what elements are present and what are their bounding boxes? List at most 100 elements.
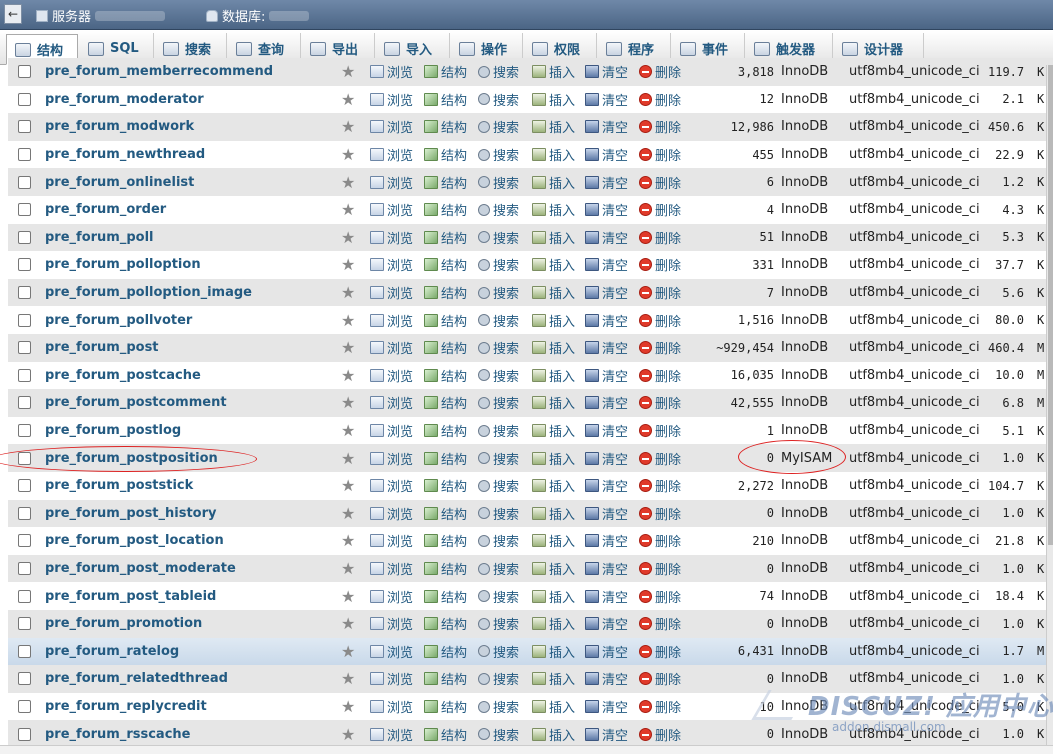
action-browse-link[interactable]: 浏览	[370, 614, 413, 633]
action-drop-link[interactable]: 删除	[639, 90, 681, 109]
action-structure-link[interactable]: 结构	[424, 614, 467, 633]
table-name-link[interactable]: pre_forum_post_tableid	[45, 589, 216, 604]
favorite-star-icon[interactable]: ★	[341, 338, 355, 357]
action-insert-link[interactable]: 插入	[532, 283, 575, 302]
favorite-star-icon[interactable]: ★	[341, 283, 355, 302]
table-row[interactable]: pre_forum_postlog ★ 浏览 结构 搜索 插入 清空 删除 1 InnoDB utf…	[8, 416, 1053, 445]
favorite-star-icon[interactable]: ★	[341, 725, 355, 744]
action-search-link[interactable]: 搜索	[478, 449, 519, 468]
action-browse-link[interactable]: 浏览	[370, 587, 413, 606]
action-browse-link[interactable]: 浏览	[370, 559, 413, 578]
table-row[interactable]: pre_forum_postcomment ★ 浏览 结构 搜索 插入 清空 删除 42,555…	[8, 389, 1053, 417]
row-checkbox[interactable]	[18, 396, 31, 410]
row-checkbox[interactable]	[18, 313, 31, 327]
row-checkbox[interactable]	[18, 589, 31, 603]
action-insert-link[interactable]: 插入	[532, 476, 575, 495]
table-name-link[interactable]: pre_forum_newthread	[45, 147, 205, 162]
action-insert-link[interactable]: 插入	[532, 697, 575, 716]
table-row[interactable]: pre_forum_postcache ★ 浏览 结构 搜索 插入 清空 删除 16,035 In…	[8, 361, 1053, 390]
action-structure-link[interactable]: 结构	[424, 476, 467, 495]
action-structure-link[interactable]: 结构	[424, 531, 467, 550]
action-insert-link[interactable]: 插入	[532, 311, 575, 330]
action-structure-link[interactable]: 结构	[424, 421, 467, 440]
action-empty-link[interactable]: 清空	[585, 145, 628, 164]
action-drop-link[interactable]: 删除	[639, 449, 681, 468]
action-structure-link[interactable]: 结构	[424, 587, 467, 606]
row-checkbox[interactable]	[18, 727, 31, 741]
table-name-link[interactable]: pre_forum_polloption_image	[45, 285, 252, 300]
action-drop-link[interactable]: 删除	[639, 228, 681, 247]
action-drop-link[interactable]: 删除	[639, 173, 681, 192]
action-drop-link[interactable]: 删除	[639, 531, 681, 550]
row-checkbox[interactable]	[18, 65, 31, 79]
action-structure-link[interactable]: 结构	[424, 145, 467, 164]
table-name-link[interactable]: pre_forum_order	[45, 202, 166, 217]
favorite-star-icon[interactable]: ★	[341, 669, 355, 688]
action-empty-link[interactable]: 清空	[585, 449, 628, 468]
favorite-star-icon[interactable]: ★	[341, 614, 355, 633]
action-insert-link[interactable]: 插入	[532, 255, 575, 274]
action-drop-link[interactable]: 删除	[639, 255, 681, 274]
table-name-link[interactable]: pre_forum_postcomment	[45, 395, 227, 410]
action-structure-link[interactable]: 结构	[424, 283, 467, 302]
breadcrumb-database[interactable]: 数据库:	[206, 6, 310, 25]
action-insert-link[interactable]: 插入	[532, 90, 575, 109]
table-name-link[interactable]: pre_forum_post	[45, 340, 159, 355]
favorite-star-icon[interactable]: ★	[341, 255, 355, 274]
table-name-link[interactable]: pre_forum_replycredit	[45, 699, 207, 714]
action-empty-link[interactable]: 清空	[585, 504, 628, 523]
action-browse-link[interactable]: 浏览	[370, 338, 413, 357]
table-row[interactable]: pre_forum_relatedthread ★ 浏览 结构 搜索 插入 清空 删除 0 Inn…	[8, 665, 1053, 693]
action-search-link[interactable]: 搜索	[478, 697, 519, 716]
table-row[interactable]: pre_forum_pollvoter ★ 浏览 结构 搜索 插入 清空 删除 1,516 Inn…	[8, 306, 1053, 334]
action-browse-link[interactable]: 浏览	[370, 62, 413, 81]
action-insert-link[interactable]: 插入	[532, 366, 575, 385]
action-search-link[interactable]: 搜索	[478, 531, 519, 550]
favorite-star-icon[interactable]: ★	[341, 228, 355, 247]
favorite-star-icon[interactable]: ★	[341, 311, 355, 330]
action-search-link[interactable]: 搜索	[478, 559, 519, 578]
action-search-link[interactable]: 搜索	[478, 117, 519, 136]
favorite-star-icon[interactable]: ★	[341, 587, 355, 606]
table-name-link[interactable]: pre_forum_moderator	[45, 92, 204, 107]
action-structure-link[interactable]: 结构	[424, 669, 467, 688]
action-empty-link[interactable]: 清空	[585, 669, 628, 688]
action-empty-link[interactable]: 清空	[585, 366, 628, 385]
row-checkbox[interactable]	[18, 479, 31, 493]
scrollbar-thumb[interactable]	[1048, 65, 1053, 545]
action-search-link[interactable]: 搜索	[478, 90, 519, 109]
favorite-star-icon[interactable]: ★	[341, 366, 355, 385]
action-insert-link[interactable]: 插入	[532, 393, 575, 412]
table-name-link[interactable]: pre_forum_post_moderate	[45, 561, 236, 576]
action-structure-link[interactable]: 结构	[424, 559, 467, 578]
action-browse-link[interactable]: 浏览	[370, 504, 413, 523]
table-row[interactable]: pre_forum_modwork ★ 浏览 结构 搜索 插入 清空 删除 12,986 Inno…	[8, 113, 1053, 141]
action-insert-link[interactable]: 插入	[532, 173, 575, 192]
action-browse-link[interactable]: 浏览	[370, 311, 413, 330]
action-structure-link[interactable]: 结构	[424, 228, 467, 247]
table-name-link[interactable]: pre_forum_poststick	[45, 478, 193, 493]
action-empty-link[interactable]: 清空	[585, 725, 628, 744]
action-empty-link[interactable]: 清空	[585, 587, 628, 606]
row-checkbox[interactable]	[18, 700, 31, 714]
row-checkbox[interactable]	[18, 368, 31, 382]
action-empty-link[interactable]: 清空	[585, 283, 628, 302]
action-browse-link[interactable]: 浏览	[370, 200, 413, 219]
breadcrumb-server[interactable]: 服务器	[36, 6, 166, 25]
action-insert-link[interactable]: 插入	[532, 725, 575, 744]
favorite-star-icon[interactable]: ★	[341, 449, 355, 468]
action-drop-link[interactable]: 删除	[639, 725, 681, 744]
table-row[interactable]: pre_forum_post_tableid ★ 浏览 结构 搜索 插入 清空 删除 74 Inn…	[8, 582, 1053, 610]
action-insert-link[interactable]: 插入	[532, 338, 575, 357]
action-drop-link[interactable]: 删除	[639, 421, 681, 440]
action-browse-link[interactable]: 浏览	[370, 642, 413, 661]
table-row[interactable]: pre_forum_onlinelist ★ 浏览 结构 搜索 插入 清空 删除 6 InnoDB…	[8, 168, 1053, 196]
action-browse-link[interactable]: 浏览	[370, 531, 413, 550]
row-checkbox[interactable]	[18, 534, 31, 548]
table-name-link[interactable]: pre_forum_modwork	[45, 119, 194, 134]
action-search-link[interactable]: 搜索	[478, 200, 519, 219]
table-name-link[interactable]: pre_forum_promotion	[45, 616, 202, 631]
favorite-star-icon[interactable]: ★	[341, 504, 355, 523]
action-structure-link[interactable]: 结构	[424, 366, 467, 385]
action-insert-link[interactable]: 插入	[532, 228, 575, 247]
